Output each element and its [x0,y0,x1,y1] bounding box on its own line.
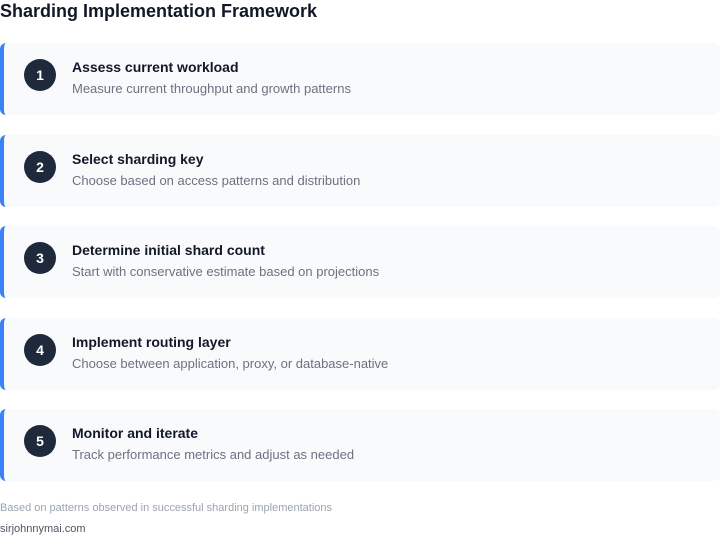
step-description: Choose based on access patterns and dist… [72,173,361,188]
step-description: Measure current throughput and growth pa… [72,81,351,96]
step-number-badge: 4 [24,334,56,366]
step-card-2: 2 Select sharding key Choose based on ac… [0,135,720,207]
step-title: Assess current workload [72,59,239,75]
step-card-3: 3 Determine initial shard count Start wi… [0,226,720,298]
step-number-badge: 1 [24,59,56,91]
step-number-badge: 2 [24,151,56,183]
credit-link[interactable]: sirjohnnymai.com [0,523,86,535]
step-title: Implement routing layer [72,334,231,350]
step-card-1: 1 Assess current workload Measure curren… [0,43,720,115]
step-card-5: 5 Monitor and iterate Track performance … [0,409,720,481]
step-title: Determine initial shard count [72,242,265,258]
step-number-badge: 3 [24,242,56,274]
step-title: Select sharding key [72,151,204,167]
step-title: Monitor and iterate [72,425,199,441]
step-description: Track performance metrics and adjust as … [72,447,355,462]
step-card-4: 4 Implement routing layer Choose between… [0,318,720,390]
source-note: Based on patterns observed in successful… [0,502,333,514]
step-description: Start with conservative estimate based o… [72,264,380,279]
step-description: Choose between application, proxy, or da… [72,356,389,371]
framework-title: Sharding Implementation Framework [0,1,318,21]
step-number-badge: 5 [24,425,56,457]
